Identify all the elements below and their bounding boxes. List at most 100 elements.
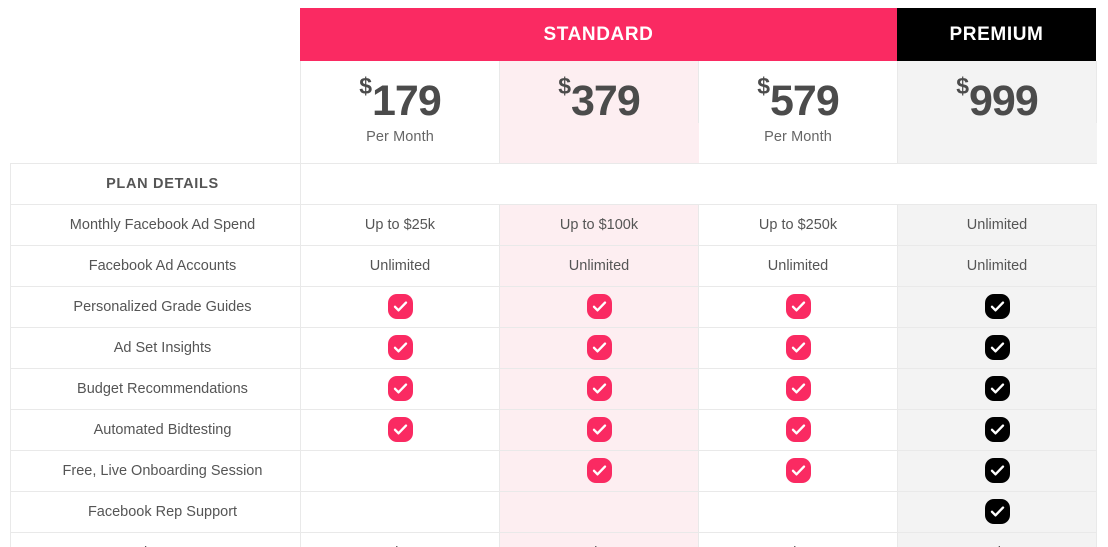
feature-value-text: Unlimited <box>966 216 1028 233</box>
check-badge-black <box>984 458 1010 483</box>
check-badge-pink <box>785 458 811 483</box>
checkmark-icon <box>393 424 407 435</box>
feature-value-cell <box>897 449 1097 492</box>
check-badge-pink <box>785 376 811 401</box>
feature-value-cell <box>897 285 1097 328</box>
feature-value-cell <box>897 367 1097 410</box>
feature-value-cell <box>897 408 1097 451</box>
checkmark-icon <box>393 383 407 394</box>
feature-value-cell <box>499 490 699 533</box>
price-amount: 999 <box>969 77 1039 125</box>
table-row: Amazing SupportChatChatChatConcierge <box>10 531 1097 547</box>
banner-standard: STANDARD <box>300 8 897 61</box>
feature-value-cell: Up to $250k <box>698 203 898 246</box>
feature-value-cell <box>499 408 699 451</box>
check-badge-black <box>984 376 1010 401</box>
price-row-spacer <box>11 61 301 163</box>
feature-value-cell: Chat <box>698 531 898 547</box>
feature-value-cell <box>499 285 699 328</box>
checkmark-icon <box>791 301 805 312</box>
feature-value-cell <box>897 490 1097 533</box>
checkmark-icon <box>592 465 606 476</box>
feature-value-text: Unlimited <box>966 257 1028 274</box>
feature-label: Facebook Ad Accounts <box>10 244 301 287</box>
banner-premium-label: PREMIUM <box>949 23 1044 45</box>
check-badge-pink <box>387 294 413 319</box>
checkmark-icon <box>791 465 805 476</box>
feature-value-cell <box>499 367 699 410</box>
checkmark-icon <box>592 301 606 312</box>
feature-value-cell: Unlimited <box>499 244 699 287</box>
checkmark-icon <box>990 301 1004 312</box>
feature-value-cell: Chat <box>300 531 500 547</box>
feature-value-cell: Chat <box>499 531 699 547</box>
feature-value-text: Up to $100k <box>559 216 639 233</box>
price-amount: 579 <box>770 77 840 125</box>
feature-value-text: Up to $25k <box>364 216 436 233</box>
checkmark-icon <box>990 465 1004 476</box>
feature-value-text: Unlimited <box>369 257 431 274</box>
feature-value-cell <box>499 326 699 369</box>
feature-label: Monthly Facebook Ad Spend <box>10 203 301 246</box>
check-badge-pink <box>785 335 811 360</box>
check-badge-pink <box>586 335 612 360</box>
feature-value-cell <box>300 449 500 492</box>
price-amount: 179 <box>372 77 442 125</box>
checkmark-icon <box>393 342 407 353</box>
checkmark-icon <box>990 506 1004 517</box>
checkmark-icon <box>791 383 805 394</box>
feature-value-cell: Unlimited <box>897 244 1097 287</box>
feature-value-cell <box>698 408 898 451</box>
check-badge-pink <box>586 458 612 483</box>
feature-label: Ad Set Insights <box>10 326 301 369</box>
table-row: Monthly Facebook Ad Spend Up to $25k Up to… <box>10 203 1097 246</box>
table-row: Facebook Rep Support <box>10 490 1097 533</box>
check-badge-black <box>984 417 1010 442</box>
feature-value-cell <box>499 449 699 492</box>
check-badge-pink <box>785 417 811 442</box>
checkmark-icon <box>990 424 1004 435</box>
feature-value-cell <box>897 326 1097 369</box>
plan-header-spacer-1 <box>300 122 500 164</box>
plan-banners: STANDARD PREMIUM <box>300 8 1096 61</box>
banner-premium: PREMIUM <box>897 8 1096 61</box>
plan-header-spacer-2 <box>499 122 699 164</box>
feature-label: Budget Recommendations <box>10 367 301 410</box>
feature-value-cell <box>300 408 500 451</box>
feature-value-cell <box>300 367 500 410</box>
plan-header-spacer-4 <box>897 122 1097 164</box>
table-row: Ad Set Insights <box>10 326 1097 369</box>
feature-label: Free, Live Onboarding Session <box>10 449 301 492</box>
check-badge-pink <box>785 294 811 319</box>
plan-header-spacer-3 <box>698 122 898 164</box>
feature-value-cell: Unlimited <box>300 244 500 287</box>
feature-value-cell <box>300 326 500 369</box>
table-row: Budget Recommendations <box>10 367 1097 410</box>
feature-value-cell <box>698 490 898 533</box>
table-row: Facebook Ad Accounts Unlimited Unlimited Un… <box>10 244 1097 287</box>
checkmark-icon <box>393 301 407 312</box>
feature-value-cell <box>698 326 898 369</box>
check-badge-pink <box>387 376 413 401</box>
check-badge-pink <box>586 294 612 319</box>
checkmark-icon <box>592 342 606 353</box>
feature-value-cell: Concierge <box>897 531 1097 547</box>
checkmark-icon <box>990 383 1004 394</box>
check-badge-black <box>984 294 1010 319</box>
check-badge-pink <box>387 417 413 442</box>
feature-value-cell <box>300 285 500 328</box>
feature-value-cell <box>698 367 898 410</box>
feature-value-cell: Up to $25k <box>300 203 500 246</box>
feature-value-cell <box>698 449 898 492</box>
banner-standard-label: STANDARD <box>543 23 654 45</box>
check-badge-pink <box>387 335 413 360</box>
check-badge-pink <box>586 417 612 442</box>
feature-value-text: Up to $250k <box>758 216 838 233</box>
feature-label: Facebook Rep Support <box>10 490 301 533</box>
currency-symbol: $ <box>558 73 572 99</box>
table-row: Automated Bidtesting <box>10 408 1097 451</box>
feature-label: Automated Bidtesting <box>10 408 301 451</box>
check-badge-black <box>984 335 1010 360</box>
currency-symbol: $ <box>956 73 970 99</box>
table-row: Free, Live Onboarding Session <box>10 449 1097 492</box>
